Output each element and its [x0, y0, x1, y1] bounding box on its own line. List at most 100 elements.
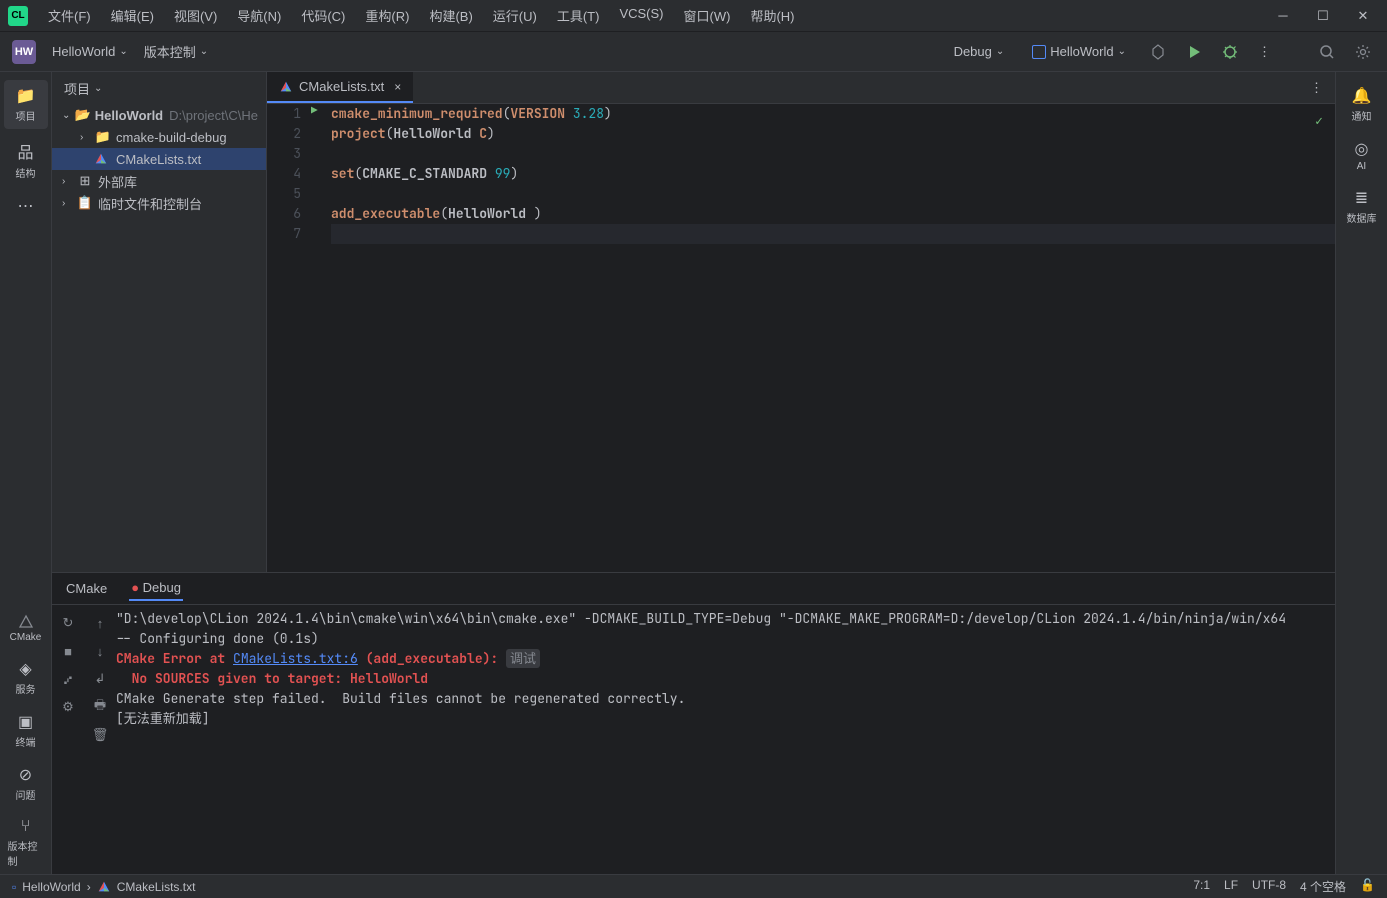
error-link[interactable]: CMakeLists.txt:6	[233, 650, 358, 667]
down-icon[interactable]: ↓	[90, 641, 110, 661]
editor-tab-cmake[interactable]: CMakeLists.txt ×	[267, 72, 413, 103]
editor[interactable]: 1234567 ▶ cmake_minimum_required(VERSION…	[267, 104, 1335, 572]
minimize-button[interactable]: ─	[1267, 4, 1299, 28]
maximize-button[interactable]: ☐	[1307, 4, 1339, 28]
sidebar-ai-label: AI	[1357, 161, 1366, 172]
close-icon[interactable]: ×	[394, 80, 401, 94]
reload-icon[interactable]: ↻	[58, 613, 78, 633]
menu-help[interactable]: 帮助(H)	[742, 2, 802, 29]
tree-scratch[interactable]: › 📋 临时文件和控制台	[52, 192, 266, 214]
menu-code[interactable]: 代码(C)	[293, 2, 353, 29]
debug-hint[interactable]: 调试	[506, 649, 540, 668]
ai-icon: ◎	[1355, 139, 1369, 159]
settings-button[interactable]	[1351, 40, 1375, 64]
menu-navigate[interactable]: 导航(N)	[229, 2, 289, 29]
run-target-label: HelloWorld	[1050, 44, 1113, 59]
left-toolbar: 📁 项目 品 结构 ⋯ CMake ◈ 服务 ▣ 终端 ⊘ 问题 ⑂ 版本控制	[0, 72, 52, 874]
database-icon: ≣	[1355, 188, 1368, 208]
sidebar-terminal-label: 终端	[16, 734, 36, 749]
menu-run[interactable]: 运行(U)	[485, 2, 545, 29]
menu-window[interactable]: 窗口(W)	[676, 2, 739, 29]
tab-actions[interactable]: ⋮	[1298, 80, 1335, 96]
bottom-tab-cmake[interactable]: CMake	[64, 577, 109, 600]
vcs-dropdown[interactable]: 版本控制 ⌄	[136, 38, 216, 65]
branch-icon: ⑂	[21, 818, 31, 836]
project-name-label: HelloWorld	[52, 44, 115, 59]
run-target-dropdown[interactable]: HelloWorld ⌄	[1024, 40, 1134, 63]
tree-root[interactable]: ⌄ 📂 HelloWorld D:\project\C\He	[52, 104, 266, 126]
tree-build[interactable]: › 📁 cmake-build-debug	[52, 126, 266, 148]
up-icon[interactable]: ↑	[90, 613, 110, 633]
sidebar-vcs-bottom[interactable]: ⑂ 版本控制	[4, 812, 48, 874]
project-dropdown[interactable]: HelloWorld ⌄	[44, 40, 136, 63]
encoding[interactable]: UTF-8	[1252, 878, 1286, 895]
sidebar-cmake[interactable]: CMake	[4, 608, 48, 649]
tree-external[interactable]: › ⊞ 外部库	[52, 170, 266, 192]
expand-icon: ›	[62, 198, 76, 209]
breadcrumb-file: CMakeLists.txt	[117, 880, 196, 894]
menu-tools[interactable]: 工具(T)	[549, 2, 608, 29]
menu-build[interactable]: 构建(B)	[421, 2, 480, 29]
project-panel-header[interactable]: 项目 ⌄	[52, 72, 266, 104]
sidebar-ai[interactable]: ◎ AI	[1340, 133, 1384, 178]
run-gutter-icon[interactable]: ▶	[311, 104, 331, 118]
tab-label: CMakeLists.txt	[299, 79, 384, 94]
more-button[interactable]: ⋮	[1254, 40, 1275, 64]
search-button[interactable]	[1315, 40, 1339, 64]
bottom-tab-debug[interactable]: ● Debug	[129, 576, 183, 601]
breadcrumbs[interactable]: ▫ HelloWorld › CMakeLists.txt	[12, 880, 195, 894]
filter-icon[interactable]: ⑇	[58, 669, 78, 689]
trash-icon[interactable]: 🗑	[90, 725, 110, 745]
run-config-label: Debug	[954, 44, 992, 59]
expand-icon: ›	[80, 132, 94, 143]
run-button[interactable]	[1182, 40, 1206, 64]
print-icon[interactable]: 🖶	[90, 697, 110, 717]
sidebar-services[interactable]: ◈ 服务	[4, 653, 48, 702]
lock-icon[interactable]: 🔓	[1360, 878, 1375, 895]
settings-icon[interactable]: ⚙	[58, 697, 78, 717]
menu-vcs[interactable]: VCS(S)	[611, 2, 671, 29]
menu-file[interactable]: 文件(F)	[40, 2, 99, 29]
terminal-icon: ▣	[18, 712, 33, 732]
chevron-down-icon: ⌄	[1118, 46, 1126, 57]
sidebar-project[interactable]: 📁 项目	[4, 80, 48, 129]
project-tree: ⌄ 📂 HelloWorld D:\project\C\He › 📁 cmake…	[52, 104, 266, 572]
chevron-down-icon: ⌄	[94, 83, 102, 94]
build-button[interactable]	[1146, 40, 1170, 64]
sidebar-database[interactable]: ≣ 数据库	[1340, 182, 1384, 231]
console-line: CMake Error at CMakeLists.txt:6 (add_exe…	[116, 649, 1335, 669]
console-line: No SOURCES given to target: HelloWorld	[116, 669, 1335, 689]
close-button[interactable]: ✕	[1347, 4, 1379, 28]
analysis-ok-icon[interactable]: ✓	[1315, 112, 1323, 129]
problems-icon: ⊘	[19, 765, 32, 785]
sidebar-terminal[interactable]: ▣ 终端	[4, 706, 48, 755]
bell-icon: 🔔	[1352, 86, 1372, 106]
cursor-position[interactable]: 7:1	[1193, 878, 1210, 895]
sidebar-structure[interactable]: 品 结构	[4, 133, 48, 186]
project-badge: HW	[12, 40, 36, 64]
folder-icon: 📁	[94, 129, 112, 145]
menu-refactor[interactable]: 重构(R)	[357, 2, 417, 29]
line-ending[interactable]: LF	[1224, 878, 1238, 895]
tree-cmake[interactable]: CMakeLists.txt	[52, 148, 266, 170]
stop-icon[interactable]: ■	[58, 641, 78, 661]
sidebar-cmake-label: CMake	[10, 632, 42, 643]
chevron-down-icon: ⌄	[996, 46, 1004, 57]
wrap-icon[interactable]: ↲	[90, 669, 110, 689]
app-logo: CL	[8, 6, 28, 26]
menu-view[interactable]: 视图(V)	[166, 2, 225, 29]
code-content[interactable]: cmake_minimum_required(VERSION 3.28) pro…	[331, 104, 1335, 572]
sidebar-more[interactable]: ⋯	[4, 190, 48, 222]
navbar: HW HelloWorld ⌄ 版本控制 ⌄ Debug ⌄ HelloWorl…	[0, 32, 1387, 72]
library-icon: ⊞	[76, 173, 94, 189]
menu-edit[interactable]: 编辑(E)	[103, 2, 162, 29]
chevron-down-icon: ⌄	[119, 46, 127, 57]
sidebar-notifications[interactable]: 🔔 通知	[1340, 80, 1384, 129]
console-output[interactable]: "D:\develop\CLion 2024.1.4\bin\cmake\win…	[116, 605, 1335, 874]
console-line: [无法重新加载]	[116, 709, 1335, 729]
sidebar-problems[interactable]: ⊘ 问题	[4, 759, 48, 808]
indent[interactable]: 4 个空格	[1300, 878, 1346, 895]
editor-tabs: CMakeLists.txt × ⋮	[267, 72, 1335, 104]
run-config-dropdown[interactable]: Debug ⌄	[946, 40, 1013, 63]
debug-button[interactable]	[1218, 40, 1242, 64]
